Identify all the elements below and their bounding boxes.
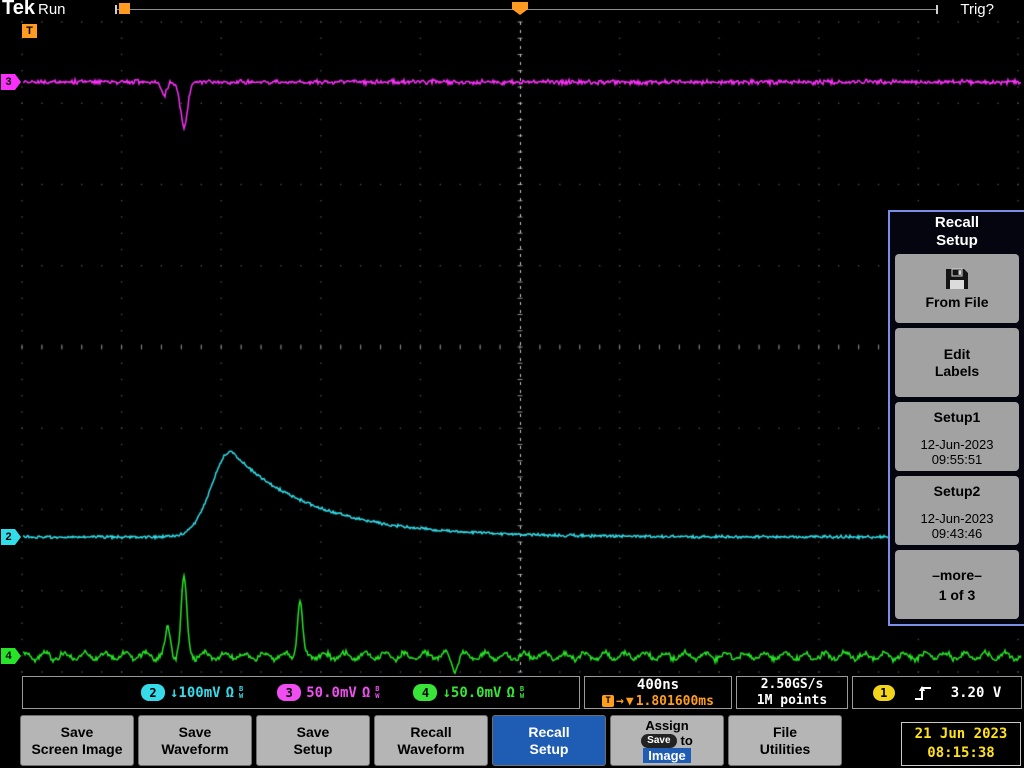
button-label: Recall bbox=[410, 724, 451, 741]
recall-waveform-button[interactable]: Recall Waveform bbox=[374, 715, 488, 766]
channel-4-readout: 4 ↓50.0mV Ω BW bbox=[413, 684, 524, 701]
menu-item-setup1[interactable]: Setup1 12-Jun-2023 09:55:51 bbox=[895, 402, 1019, 471]
button-label: Recall bbox=[528, 724, 569, 741]
datetime-display: 21 Jun 2023 08:15:38 bbox=[901, 722, 1021, 766]
file-utilities-button[interactable]: File Utilities bbox=[728, 715, 842, 766]
button-label: Waveform bbox=[397, 741, 464, 758]
trigger-delay-icon: T bbox=[602, 695, 614, 707]
record-view-end-bracket bbox=[936, 5, 938, 14]
sample-rate: 2.50GS/s bbox=[761, 677, 824, 692]
channel-2-readout: 2 ↓100mV Ω BW bbox=[141, 684, 243, 701]
channel-readouts: 2 ↓100mV Ω BW 3 50.0mV Ω BW 4 ↓50.0mV Ω … bbox=[22, 676, 580, 709]
button-label: to bbox=[681, 733, 693, 748]
button-label: File bbox=[773, 724, 797, 741]
setup1-time: 09:55:51 bbox=[921, 452, 994, 467]
menu-item-setup2[interactable]: Setup2 12-Jun-2023 09:43:46 bbox=[895, 476, 1019, 545]
rising-edge-icon bbox=[913, 684, 933, 702]
menu-item-more[interactable]: –more– 1 of 3 bbox=[895, 550, 1019, 619]
button-label: Utilities bbox=[760, 741, 811, 758]
oscilloscope-screen: Tek Run Trig? T 3 2 4 Recall Setup From … bbox=[0, 0, 1024, 768]
channel-2-badge[interactable]: 2 bbox=[141, 684, 165, 701]
menu-item-label: From File bbox=[925, 294, 988, 310]
bandwidth-limit-indicator: BW bbox=[520, 686, 524, 700]
channel-3-readout: 3 50.0mV Ω BW bbox=[277, 684, 379, 701]
button-label: Setup bbox=[530, 741, 569, 758]
time-value: 08:15:38 bbox=[927, 744, 994, 763]
channel-3-coupling: Ω bbox=[362, 685, 370, 701]
menu-item-label: Setup1 bbox=[934, 409, 981, 425]
trigger-readout: 1 3.20 V bbox=[852, 676, 1022, 709]
setup1-date: 12-Jun-2023 bbox=[921, 437, 994, 452]
recall-setup-button[interactable]: Recall Setup bbox=[492, 715, 606, 766]
trigger-delay-readout: T → ▼ 1.801600ms bbox=[602, 694, 714, 709]
bandwidth-limit-indicator: BW bbox=[375, 686, 379, 700]
menu-title: Recall Setup bbox=[917, 214, 997, 250]
button-label: Setup bbox=[294, 741, 333, 758]
acquisition-status: Run bbox=[38, 1, 66, 18]
horizontal-scale: 400ns bbox=[637, 677, 679, 693]
date-value: 21 Jun 2023 bbox=[915, 725, 1008, 744]
save-setup-button[interactable]: Save Setup bbox=[256, 715, 370, 766]
setup2-time: 09:43:46 bbox=[921, 526, 994, 541]
trigger-level-marker[interactable]: T bbox=[22, 24, 37, 38]
channel-2-coupling: Ω bbox=[226, 685, 234, 701]
horizontal-readout: 400ns T → ▼ 1.801600ms bbox=[584, 676, 732, 709]
graticule-waveform-display bbox=[0, 0, 1024, 768]
channel-4-badge[interactable]: 4 bbox=[413, 684, 437, 701]
acquisition-readout: 2.50GS/s 1M points bbox=[736, 676, 848, 709]
bandwidth-limit-indicator: BW bbox=[239, 686, 243, 700]
menu-item-label: Edit Labels bbox=[928, 346, 986, 380]
channel-4-scale: ↓50.0mV bbox=[442, 685, 501, 701]
tek-logo: Tek bbox=[2, 0, 35, 20]
expansion-point-marker[interactable] bbox=[119, 3, 130, 14]
save-waveform-button[interactable]: Save Waveform bbox=[138, 715, 252, 766]
recall-setup-menu: Recall Setup From File Edit Labels Setup… bbox=[888, 210, 1024, 626]
save-pill-badge: Save bbox=[641, 734, 676, 748]
button-label: Screen Image bbox=[31, 741, 122, 758]
channel-3-scale: 50.0mV bbox=[306, 685, 357, 701]
button-label: Save bbox=[297, 724, 330, 741]
trigger-delay-value: 1.801600ms bbox=[636, 694, 714, 709]
floppy-disk-icon bbox=[944, 268, 970, 290]
setup2-date: 12-Jun-2023 bbox=[921, 511, 994, 526]
channel-3-badge[interactable]: 3 bbox=[277, 684, 301, 701]
trigger-source-badge: 1 bbox=[873, 685, 895, 701]
menu-item-label: Setup2 bbox=[934, 483, 981, 499]
channel-2-scale: ↓100mV bbox=[170, 685, 221, 701]
button-label: Assign bbox=[645, 718, 688, 733]
record-view-start-bracket bbox=[115, 5, 117, 14]
save-screen-image-button[interactable]: Save Screen Image bbox=[20, 715, 134, 766]
button-label: Save bbox=[61, 724, 94, 741]
menu-page-indicator: 1 of 3 bbox=[939, 587, 976, 603]
button-label: Waveform bbox=[161, 741, 228, 758]
menu-item-from-file[interactable]: From File bbox=[895, 254, 1019, 323]
button-label: Save bbox=[179, 724, 212, 741]
menu-item-label: –more– bbox=[932, 567, 982, 583]
trigger-level: 3.20 V bbox=[951, 685, 1002, 701]
assign-save-to-image-button[interactable]: Assign Save to Image bbox=[610, 715, 724, 766]
channel-4-coupling: Ω bbox=[506, 685, 514, 701]
record-length: 1M points bbox=[757, 693, 827, 708]
assign-target-label: Image bbox=[643, 748, 691, 763]
trigger-status: Trig? bbox=[960, 1, 994, 18]
menu-item-edit-labels[interactable]: Edit Labels bbox=[895, 328, 1019, 397]
pointer-icon: ▼ bbox=[626, 694, 634, 709]
arrow-icon: → bbox=[616, 694, 624, 709]
